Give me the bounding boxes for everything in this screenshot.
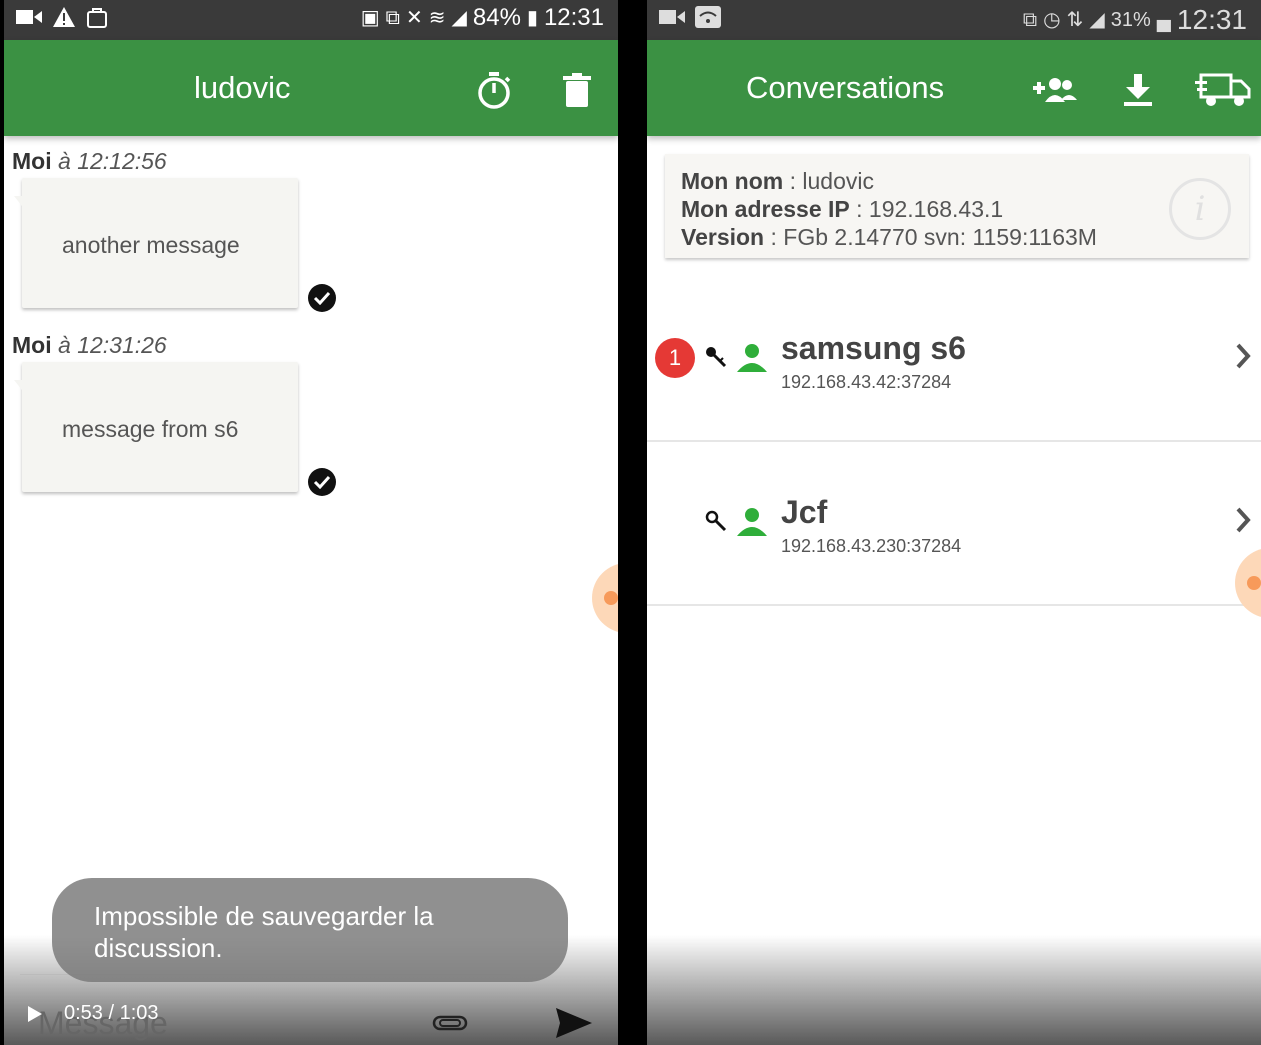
key-icon <box>705 346 727 373</box>
app-bar: Conversations <box>647 40 1261 136</box>
stopwatch-icon[interactable] <box>472 68 516 112</box>
floating-bubble-button[interactable] <box>592 563 618 633</box>
chevron-right-icon <box>1235 342 1251 375</box>
battery-icon: ▄ <box>1156 9 1171 31</box>
chat-title: ludovic <box>194 70 291 105</box>
message-bubble[interactable]: message from s6 <box>14 362 298 492</box>
screen-title: Conversations <box>746 70 945 105</box>
video-time: 0:53 / 1:03 <box>64 1002 159 1024</box>
wifi-icon: ≋ <box>428 7 446 29</box>
info-icon[interactable]: i <box>1169 178 1231 240</box>
video-controls: 0:53 / 1:03 <box>28 1002 159 1025</box>
contact-name: samsung s6 <box>781 330 966 366</box>
message-meta: Moi à 12:12:56 <box>12 148 167 175</box>
device-info-card: Mon nom : ludovic Mon adresse IP : 192.1… <box>665 154 1249 258</box>
app-bar: ludovic <box>4 40 618 136</box>
person-icon <box>737 342 767 377</box>
toast-text: Impossible de sauvegarder la discussion. <box>94 901 434 963</box>
delivered-check-icon <box>308 468 336 496</box>
wifi-box-icon <box>695 6 721 28</box>
cast-icon: ⧉ <box>1022 9 1038 31</box>
data-icon: ⇅ <box>1066 9 1084 31</box>
attachment-icon[interactable] <box>432 1014 468 1037</box>
info-version-row: Version : FGb 2.14770 svn: 1159:1163M <box>681 224 1097 251</box>
ip-value: : 192.168.43.1 <box>856 196 1004 222</box>
clock: 12:31 <box>1176 4 1247 35</box>
download-icon[interactable] <box>1116 68 1160 112</box>
contact-row-jcf[interactable]: Jcf 192.168.43.230:37284 <box>647 440 1261 606</box>
signal-icon: ◢ <box>1089 9 1105 31</box>
clock: 12:31 <box>543 4 604 31</box>
info-name-row: Mon nom : ludovic <box>681 168 874 195</box>
chevron-right-icon <box>1235 506 1251 539</box>
message-time: 12:31:26 <box>77 332 167 358</box>
at-label: à <box>58 148 71 174</box>
cast-icon: ⧉ <box>385 7 400 29</box>
add-group-icon[interactable] <box>1033 68 1077 112</box>
battery-percent: 31% <box>1110 8 1151 31</box>
version-value: : FGb 2.14770 svn: 1159:1163M <box>770 224 1097 250</box>
message-time: 12:12:56 <box>77 148 167 174</box>
unread-badge: 1 <box>655 338 695 378</box>
contact-name: Jcf <box>781 494 828 530</box>
version-label: Version <box>681 224 765 250</box>
status-bar: ▣ ⧉ ✕ ≋ ◢ 84% ▮ 12:31 <box>4 0 618 40</box>
delivered-check-icon <box>308 284 336 312</box>
video-camera-icon <box>659 10 685 24</box>
play-icon[interactable] <box>28 1005 42 1022</box>
contact-address: 192.168.43.42:37284 <box>781 372 952 392</box>
info-ip-row: Mon adresse IP : 192.168.43.1 <box>681 196 1003 223</box>
sim-icon: ▣ <box>360 7 380 29</box>
status-bar: ⧉ ◷ ⇅ ◢ 31% ▄ 12:31 <box>647 0 1261 40</box>
sender: Moi <box>12 332 52 358</box>
video-camera-icon <box>16 10 42 24</box>
toast-notification: Impossible de sauvegarder la discussion. <box>52 878 568 982</box>
alarm-icon: ◷ <box>1043 9 1061 31</box>
signal-icon: ◢ <box>451 7 467 29</box>
contact-row-samsung-s6[interactable]: 1 samsung s6 192.168.43.42:37284 <box>647 276 1261 442</box>
key-search-icon <box>705 510 727 537</box>
message-bubble[interactable]: another message <box>14 178 298 308</box>
battery-icon: ▮ <box>526 7 538 29</box>
shopping-bag-icon <box>87 8 107 28</box>
warning-icon <box>53 7 75 27</box>
name-value: : ludovic <box>789 168 874 194</box>
message-text: message from s6 <box>62 416 239 442</box>
send-icon[interactable] <box>556 1006 592 1045</box>
person-icon <box>737 506 767 541</box>
contact-address: 192.168.43.230:37284 <box>781 536 962 556</box>
mute-icon: ✕ <box>405 7 423 29</box>
sender: Moi <box>12 148 52 174</box>
trash-icon[interactable] <box>555 68 599 112</box>
conversations-screen: ⧉ ◷ ⇅ ◢ 31% ▄ 12:31 Conversations Mon no… <box>647 0 1261 1045</box>
delivery-truck-icon[interactable] <box>1195 68 1251 112</box>
message-meta: Moi à 12:31:26 <box>12 332 167 359</box>
message-text: another message <box>62 232 240 258</box>
chat-screen: ▣ ⧉ ✕ ≋ ◢ 84% ▮ 12:31 ludovic Moi à 12:1… <box>4 0 618 1045</box>
battery-percent: 84% <box>472 4 521 31</box>
ip-label: Mon adresse IP <box>681 196 850 222</box>
name-label: Mon nom <box>681 168 784 194</box>
video-overlay <box>647 935 1261 1045</box>
at-label: à <box>58 332 71 358</box>
